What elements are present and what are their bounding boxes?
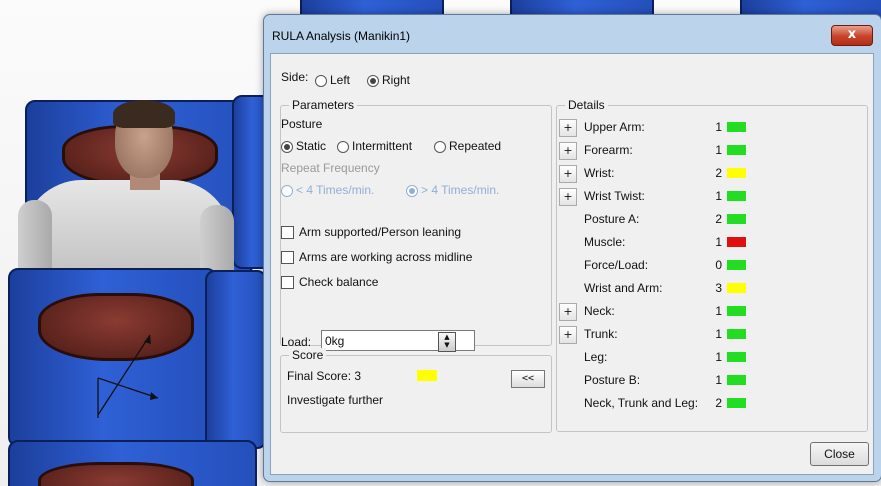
load-label: Load: [281, 335, 312, 349]
detail-color-swatch [727, 398, 746, 408]
collapse-button[interactable]: << [511, 370, 545, 388]
detail-color-swatch [727, 352, 746, 362]
detail-color-swatch [727, 191, 746, 201]
posture-repeated-radio[interactable]: Repeated [434, 139, 501, 153]
expand-icon[interactable]: + [559, 188, 577, 206]
detail-value: 1 [715, 143, 722, 157]
posture-intermittent-radio[interactable]: Intermittent [337, 139, 412, 153]
radio-selected-icon [281, 140, 293, 153]
detail-label: Forearm: [584, 143, 633, 157]
radio-icon [281, 184, 293, 197]
detail-color-swatch [727, 145, 746, 155]
rula-analysis-dialog: RULA Analysis (Manikin1) x Side: Left Ri… [263, 14, 881, 482]
detail-color-swatch [727, 329, 746, 339]
side-right-label: Right [382, 73, 411, 87]
detail-label: Muscle: [584, 235, 626, 249]
detail-label: Wrist Twist: [584, 189, 645, 203]
detail-color-swatch [727, 375, 746, 385]
detail-color-swatch [727, 260, 746, 270]
radio-selected-icon [406, 184, 418, 197]
repeat-less-4-label: < 4 Times/min. [296, 183, 375, 197]
load-spinner[interactable]: ▲ ▼ [438, 332, 456, 352]
score-group-title: Score [289, 348, 327, 362]
detail-value: 0 [715, 258, 722, 272]
detail-label: Leg: [584, 350, 608, 364]
side-label: Side: [281, 70, 309, 84]
radio-icon [315, 74, 327, 87]
side-left-label: Left [330, 73, 351, 87]
final-score-color-swatch [417, 370, 437, 381]
check-balance-label: Check balance [299, 275, 379, 289]
arms-midline-label: Arms are working across midline [299, 250, 473, 264]
repeat-frequency-label: Repeat Frequency [281, 161, 380, 175]
posture-static-radio[interactable]: Static [281, 139, 326, 153]
radio-icon [434, 140, 446, 153]
details-group-title: Details [565, 98, 608, 112]
close-icon[interactable]: x [831, 25, 873, 46]
arm-supported-label: Arm supported/Person leaning [299, 225, 462, 239]
final-score-text: Final Score: 3 [287, 369, 362, 383]
detail-value: 1 [715, 304, 722, 318]
expand-icon[interactable]: + [559, 165, 577, 183]
repeat-more-4-radio[interactable]: > 4 Times/min. [406, 183, 499, 197]
close-button[interactable]: Close [810, 442, 869, 466]
posture-repeated-label: Repeated [449, 139, 502, 153]
expand-icon[interactable]: + [559, 119, 577, 137]
repeat-less-4-radio[interactable]: < 4 Times/min. [281, 183, 374, 197]
posture-intermittent-label: Intermittent [352, 139, 413, 153]
arm-supported-checkbox[interactable] [281, 226, 294, 239]
side-right-radio[interactable]: Right [367, 73, 410, 87]
dialog-title: RULA Analysis (Manikin1) [272, 29, 411, 43]
detail-value: 2 [715, 166, 722, 180]
detail-value: 2 [715, 396, 722, 410]
dialog-client-area: Side: Left Right Parameters Posture Stat… [270, 53, 874, 475]
score-verdict: Investigate further [287, 393, 384, 407]
detail-color-swatch [727, 214, 746, 224]
detail-value: 1 [715, 235, 722, 249]
detail-label: Upper Arm: [584, 120, 645, 134]
parameters-group-title: Parameters [289, 98, 358, 112]
expand-icon[interactable]: + [559, 303, 577, 321]
detail-value: 1 [715, 327, 722, 341]
detail-value: 1 [715, 373, 722, 387]
radio-icon [337, 140, 349, 153]
check-balance-checkbox[interactable] [281, 276, 294, 289]
posture-static-label: Static [296, 139, 327, 153]
detail-color-swatch [727, 306, 746, 316]
detail-value: 1 [715, 350, 722, 364]
detail-value: 1 [715, 189, 722, 203]
detail-color-swatch [727, 122, 746, 132]
detail-label: Force/Load: [584, 258, 649, 272]
detail-label: Posture A: [584, 212, 640, 226]
radio-selected-icon [367, 74, 379, 87]
detail-label: Wrist and Arm: [584, 281, 663, 295]
load-value: 0kg [325, 334, 345, 348]
detail-label: Wrist: [584, 166, 615, 180]
detail-value: 3 [715, 281, 722, 295]
dialog-titlebar[interactable]: RULA Analysis (Manikin1) x [264, 15, 881, 46]
detail-color-swatch [727, 237, 746, 247]
expand-icon[interactable]: + [559, 142, 577, 160]
detail-color-swatch [727, 168, 746, 178]
repeat-more-4-label: > 4 Times/min. [421, 183, 500, 197]
detail-label: Neck: [584, 304, 615, 318]
posture-label: Posture [281, 117, 323, 131]
expand-icon[interactable]: + [559, 326, 577, 344]
detail-label: Trunk: [584, 327, 618, 341]
detail-color-swatch [727, 283, 746, 293]
detail-value: 2 [715, 212, 722, 226]
detail-value: 1 [715, 120, 722, 134]
detail-label: Neck, Trunk and Leg: [584, 396, 699, 410]
arms-midline-checkbox[interactable] [281, 251, 294, 264]
side-left-radio[interactable]: Left [315, 73, 350, 87]
detail-label: Posture B: [584, 373, 641, 387]
